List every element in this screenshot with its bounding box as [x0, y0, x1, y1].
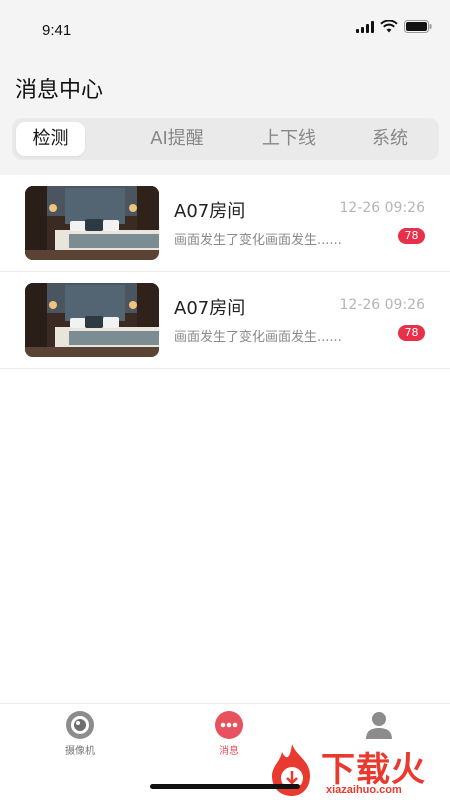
nav-messages[interactable]: 消息 [189, 710, 269, 757]
watermark: 下载火 xiazaihuo.com [266, 738, 450, 800]
tab-system[interactable]: 系统 [350, 122, 430, 156]
home-indicator [150, 784, 300, 789]
page-title: 消息中心 [15, 78, 104, 103]
bedroom-thumbnail [25, 186, 159, 260]
tab-online-offline[interactable]: 上下线 [244, 122, 334, 156]
message-list: A07房间 12-26 09:26 画面发生了变化画面发生...... 78 A… [0, 175, 450, 369]
unread-badge: 78 [398, 228, 425, 244]
camera-icon [66, 711, 94, 739]
signal-icon [356, 20, 374, 33]
wifi-icon [380, 20, 398, 33]
nav-camera-label: 摄像机 [65, 746, 95, 757]
message-row[interactable]: A07房间 12-26 09:26 画面发生了变化画面发生...... 78 [0, 272, 450, 369]
header-area: 9:41 消息中心 检测 AI提醒 上下线 系统 [0, 0, 450, 175]
tab-detection[interactable]: 检测 [16, 122, 85, 156]
flame-logo-icon [272, 744, 310, 796]
unread-badge: 78 [398, 325, 425, 341]
message-title: A07房间 [174, 201, 246, 222]
watermark-subtext: xiazaihuo.com [326, 784, 402, 796]
battery-icon [404, 20, 432, 33]
message-description: 画面发生了变化画面发生...... [174, 233, 342, 248]
status-icons [356, 20, 432, 33]
status-bar: 9:41 [0, 0, 450, 60]
message-row[interactable]: A07房间 12-26 09:26 画面发生了变化画面发生...... 78 [0, 175, 450, 272]
tab-bar: 检测 AI提醒 上下线 系统 [12, 118, 439, 160]
message-icon [215, 711, 243, 739]
profile-icon [366, 712, 392, 739]
message-time: 12-26 09:26 [339, 297, 425, 313]
message-title: A07房间 [174, 298, 246, 319]
status-time: 9:41 [42, 22, 72, 39]
nav-camera[interactable]: 摄像机 [40, 710, 120, 757]
nav-messages-label: 消息 [219, 746, 239, 757]
message-time: 12-26 09:26 [339, 200, 425, 216]
bedroom-thumbnail [25, 283, 159, 357]
tab-ai-alert[interactable]: AI提醒 [132, 122, 222, 156]
message-description: 画面发生了变化画面发生...... [174, 330, 342, 345]
